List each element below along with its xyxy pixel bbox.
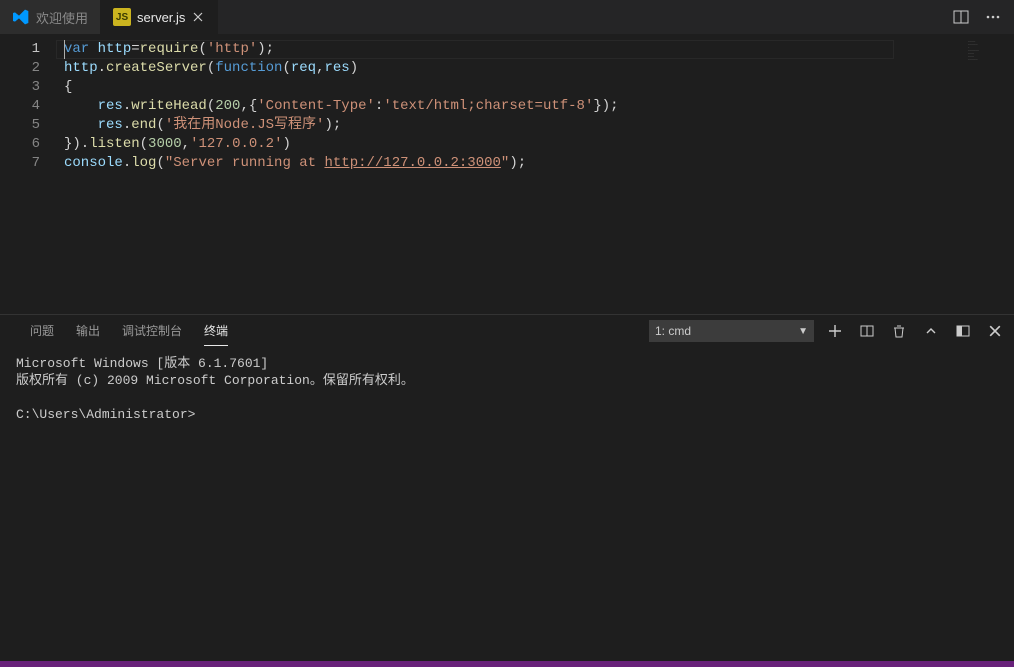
new-terminal-icon[interactable] [824, 320, 846, 342]
split-terminal-icon[interactable] [856, 320, 878, 342]
editor[interactable]: 1 2 3 4 5 6 7 var http=require('http'); … [0, 34, 1014, 314]
tab-serverjs[interactable]: JS server.js [101, 0, 218, 34]
code-line: http.createServer(function(req,res) [64, 59, 1014, 78]
terminal-select-label: 1: cmd [655, 324, 691, 338]
js-icon: JS [113, 8, 131, 26]
status-bar[interactable] [0, 661, 1014, 667]
code-line: res.writeHead(200,{'Content-Type':'text/… [64, 97, 1014, 116]
panel-tabbar: 问题 输出 调试控制台 终端 1: cmd ▼ [0, 315, 1014, 347]
panel-tab-problems[interactable]: 问题 [30, 316, 54, 346]
line-gutter: 1 2 3 4 5 6 7 [0, 34, 56, 314]
kill-terminal-icon[interactable] [888, 320, 910, 342]
panel-tab-output[interactable]: 输出 [76, 316, 100, 346]
chevron-up-icon[interactable] [920, 320, 942, 342]
panel-tabs-group: 问题 输出 调试控制台 终端 [8, 316, 228, 346]
close-icon[interactable] [191, 10, 205, 24]
code-line: var http=require('http'); [64, 40, 1014, 59]
bottom-panel: 问题 输出 调试控制台 终端 1: cmd ▼ [0, 314, 1014, 661]
line-number: 2 [0, 59, 40, 78]
line-number: 6 [0, 135, 40, 154]
line-number: 4 [0, 97, 40, 116]
panel-tab-debug[interactable]: 调试控制台 [122, 316, 182, 346]
code-line: console.log("Server running at http://12… [64, 154, 1014, 173]
close-panel-icon[interactable] [984, 320, 1006, 342]
terminal-prompt: C:\Users\Administrator> [16, 407, 195, 422]
terminal-line: 版权所有 (c) 2009 Microsoft Corporation。保留所有… [16, 373, 414, 388]
text-cursor [64, 40, 65, 59]
code-area[interactable]: var http=require('http'); http.createSer… [56, 34, 1014, 314]
panel-tab-terminal[interactable]: 终端 [204, 316, 228, 346]
tab-bar: 欢迎使用 JS server.js [0, 0, 1014, 34]
code-line: }).listen(3000,'127.0.0.2') [64, 135, 1014, 154]
panel-actions: 1: cmd ▼ [649, 320, 1006, 342]
vscode-icon [12, 8, 30, 26]
code-line: { [64, 78, 1014, 97]
tabs-group: 欢迎使用 JS server.js [0, 0, 218, 34]
more-icon[interactable] [982, 6, 1004, 28]
tab-welcome[interactable]: 欢迎使用 [0, 0, 101, 34]
line-number: 3 [0, 78, 40, 97]
line-number: 7 [0, 154, 40, 173]
tab-serverjs-label: server.js [137, 10, 185, 25]
split-editor-icon[interactable] [950, 6, 972, 28]
chevron-down-icon: ▼ [798, 326, 808, 337]
terminal[interactable]: Microsoft Windows [版本 6.1.7601] 版权所有 (c)… [0, 347, 1014, 661]
line-number: 1 [0, 40, 40, 59]
terminal-select[interactable]: 1: cmd ▼ [649, 320, 814, 342]
line-number: 5 [0, 116, 40, 135]
tab-welcome-label: 欢迎使用 [36, 8, 88, 27]
code-line: res.end('我在用Node.JS写程序'); [64, 116, 1014, 135]
maximize-panel-icon[interactable] [952, 320, 974, 342]
terminal-line: Microsoft Windows [版本 6.1.7601] [16, 356, 268, 371]
tabbar-actions [950, 0, 1014, 34]
